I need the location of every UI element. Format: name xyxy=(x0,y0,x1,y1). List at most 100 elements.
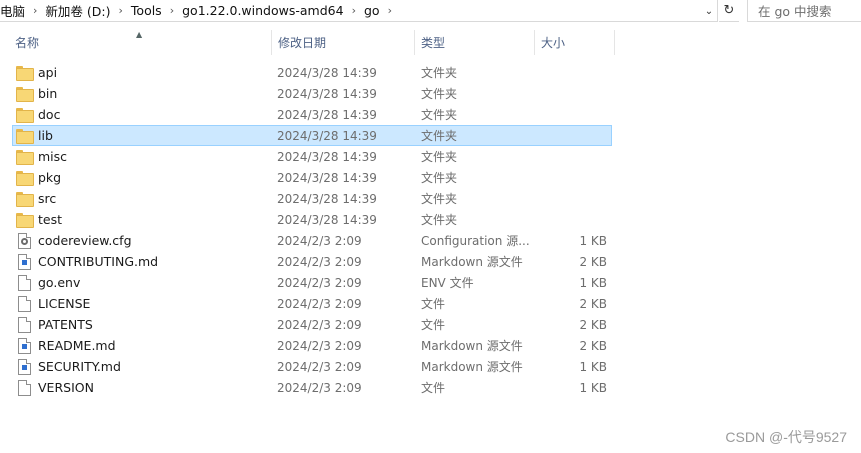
list-item-test[interactable]: test 2024/3/28 14:39 文件夹 xyxy=(12,209,612,230)
crumb-computer[interactable]: 电脑 xyxy=(0,1,25,20)
file-date: 2024/3/28 14:39 xyxy=(277,212,377,227)
list-item-src[interactable]: src 2024/3/28 14:39 文件夹 xyxy=(12,188,612,209)
list-item-readme-md[interactable]: README.md 2024/2/3 2:09 Markdown 源文件 2 K… xyxy=(12,335,612,356)
file-date: 2024/2/3 2:09 xyxy=(277,359,362,374)
chevron-right-icon[interactable]: › xyxy=(33,4,37,17)
file-name-cell: misc xyxy=(16,147,266,166)
file-name-cell: api xyxy=(16,63,266,82)
file-name-cell: bin xyxy=(16,84,266,103)
file-type: 文件夹 xyxy=(421,171,458,185)
list-item-lib-selected[interactable]: lib 2024/3/28 14:39 文件夹 xyxy=(12,125,612,146)
crumb-tools[interactable]: Tools xyxy=(131,3,162,18)
file-size: 2 KB xyxy=(579,254,607,269)
file-size: 1 KB xyxy=(579,380,607,395)
refresh-icon[interactable]: ↻ xyxy=(719,0,739,22)
list-item-version[interactable]: VERSION 2024/2/3 2:09 文件 1 KB xyxy=(12,377,612,398)
file-name: doc xyxy=(38,107,61,122)
list-item-misc[interactable]: misc 2024/3/28 14:39 文件夹 xyxy=(12,146,612,167)
file-date: 2024/3/28 14:39 xyxy=(277,149,377,164)
config-file-icon xyxy=(18,232,31,249)
column-header-date[interactable]: 修改日期 xyxy=(272,30,415,55)
file-name: lib xyxy=(38,128,53,143)
chevron-right-icon[interactable]: › xyxy=(119,4,123,17)
file-date: 2024/2/3 2:09 xyxy=(277,275,362,290)
file-name-cell: SECURITY.md xyxy=(16,357,266,376)
file-name: LICENSE xyxy=(38,296,91,311)
file-type: 文件 xyxy=(421,381,446,395)
file-type: Markdown 源文件 xyxy=(421,255,523,269)
folder-icon xyxy=(16,171,34,186)
file-name-cell: test xyxy=(16,210,266,229)
list-item-security-md[interactable]: SECURITY.md 2024/2/3 2:09 Markdown 源文件 1… xyxy=(12,356,612,377)
markdown-file-icon xyxy=(18,358,31,375)
file-name-cell: pkg xyxy=(16,168,266,187)
file-name: CONTRIBUTING.md xyxy=(38,254,159,269)
address-bar: 电脑 › 新加卷 (D:) › Tools › go1.22.0.windows… xyxy=(0,0,861,24)
file-size: 2 KB xyxy=(579,317,607,332)
list-item-go-env[interactable]: go.env 2024/2/3 2:09 ENV 文件 1 KB xyxy=(12,272,612,293)
file-size: 2 KB xyxy=(579,296,607,311)
file-date: 2024/3/28 14:39 xyxy=(277,107,377,122)
file-date: 2024/3/28 14:39 xyxy=(277,86,377,101)
column-header-type[interactable]: 类型 xyxy=(415,30,535,55)
column-header-size-label: 大小 xyxy=(541,36,566,50)
watermark: CSDN @-代号9527 xyxy=(725,429,847,445)
crumb-go-dist[interactable]: go1.22.0.windows-amd64 xyxy=(182,3,343,18)
file-type: 文件夹 xyxy=(421,66,458,80)
file-name: src xyxy=(38,191,57,206)
folder-icon xyxy=(16,150,34,165)
file-name-cell: CONTRIBUTING.md xyxy=(16,252,266,271)
breadcrumb-path: 电脑 › 新加卷 (D:) › Tools › go1.22.0.windows… xyxy=(0,1,400,20)
list-item-api[interactable]: api 2024/3/28 14:39 文件夹 xyxy=(12,62,612,83)
file-type: 文件 xyxy=(421,297,446,311)
chevron-right-icon[interactable]: › xyxy=(352,4,356,17)
file-type: Markdown 源文件 xyxy=(421,360,523,374)
list-item-bin[interactable]: bin 2024/3/28 14:39 文件夹 xyxy=(12,83,612,104)
file-name-cell: VERSION xyxy=(16,378,266,397)
chevron-right-icon[interactable]: › xyxy=(170,4,174,17)
file-list: api 2024/3/28 14:39 文件夹 bin 2024/3/28 14… xyxy=(12,62,612,398)
file-type: 文件夹 xyxy=(421,129,458,143)
list-item-codereview-cfg[interactable]: codereview.cfg 2024/2/3 2:09 Configurati… xyxy=(12,230,612,251)
crumb-go[interactable]: go xyxy=(364,3,380,18)
file-name-cell: codereview.cfg xyxy=(16,231,266,250)
file-date: 2024/2/3 2:09 xyxy=(277,233,362,248)
list-item-pkg[interactable]: pkg 2024/3/28 14:39 文件夹 xyxy=(12,167,612,188)
column-header-name-label: 名称 xyxy=(15,36,40,50)
column-header-name[interactable]: ▲ 名称 xyxy=(0,30,272,55)
list-item-doc[interactable]: doc 2024/3/28 14:39 文件夹 xyxy=(12,104,612,125)
chevron-right-icon[interactable]: › xyxy=(388,4,392,17)
breadcrumb[interactable]: 电脑 › 新加卷 (D:) › Tools › go1.22.0.windows… xyxy=(0,0,718,22)
file-name-cell: lib xyxy=(16,126,266,145)
file-name: SECURITY.md xyxy=(38,359,121,374)
file-name: bin xyxy=(38,86,58,101)
crumb-drive[interactable]: 新加卷 (D:) xyxy=(45,1,110,20)
folder-icon xyxy=(16,66,34,81)
folder-icon xyxy=(16,87,34,102)
file-size: 2 KB xyxy=(579,338,607,353)
file-name: README.md xyxy=(38,338,116,353)
folder-icon xyxy=(16,129,34,144)
markdown-file-icon xyxy=(18,253,31,270)
folder-icon xyxy=(16,192,34,207)
list-item-contributing-md[interactable]: CONTRIBUTING.md 2024/2/3 2:09 Markdown 源… xyxy=(12,251,612,272)
file-type: 文件夹 xyxy=(421,150,458,164)
list-item-license[interactable]: LICENSE 2024/2/3 2:09 文件 2 KB xyxy=(12,293,612,314)
file-name: codereview.cfg xyxy=(38,233,132,248)
file-size: 1 KB xyxy=(579,275,607,290)
list-item-patents[interactable]: PATENTS 2024/2/3 2:09 文件 2 KB xyxy=(12,314,612,335)
file-name: misc xyxy=(38,149,68,164)
file-name: test xyxy=(38,212,63,227)
file-icon xyxy=(18,295,31,312)
file-name: go.env xyxy=(38,275,81,290)
file-name-cell: src xyxy=(16,189,266,208)
chevron-down-icon[interactable]: ⌄ xyxy=(700,0,718,22)
file-date: 2024/2/3 2:09 xyxy=(277,296,362,311)
file-type: 文件夹 xyxy=(421,108,458,122)
search-input[interactable]: 在 go 中搜索 xyxy=(747,0,861,22)
column-header-size[interactable]: 大小 xyxy=(535,30,615,55)
file-name: PATENTS xyxy=(38,317,93,332)
file-name: api xyxy=(38,65,58,80)
file-name-cell: doc xyxy=(16,105,266,124)
file-date: 2024/2/3 2:09 xyxy=(277,338,362,353)
